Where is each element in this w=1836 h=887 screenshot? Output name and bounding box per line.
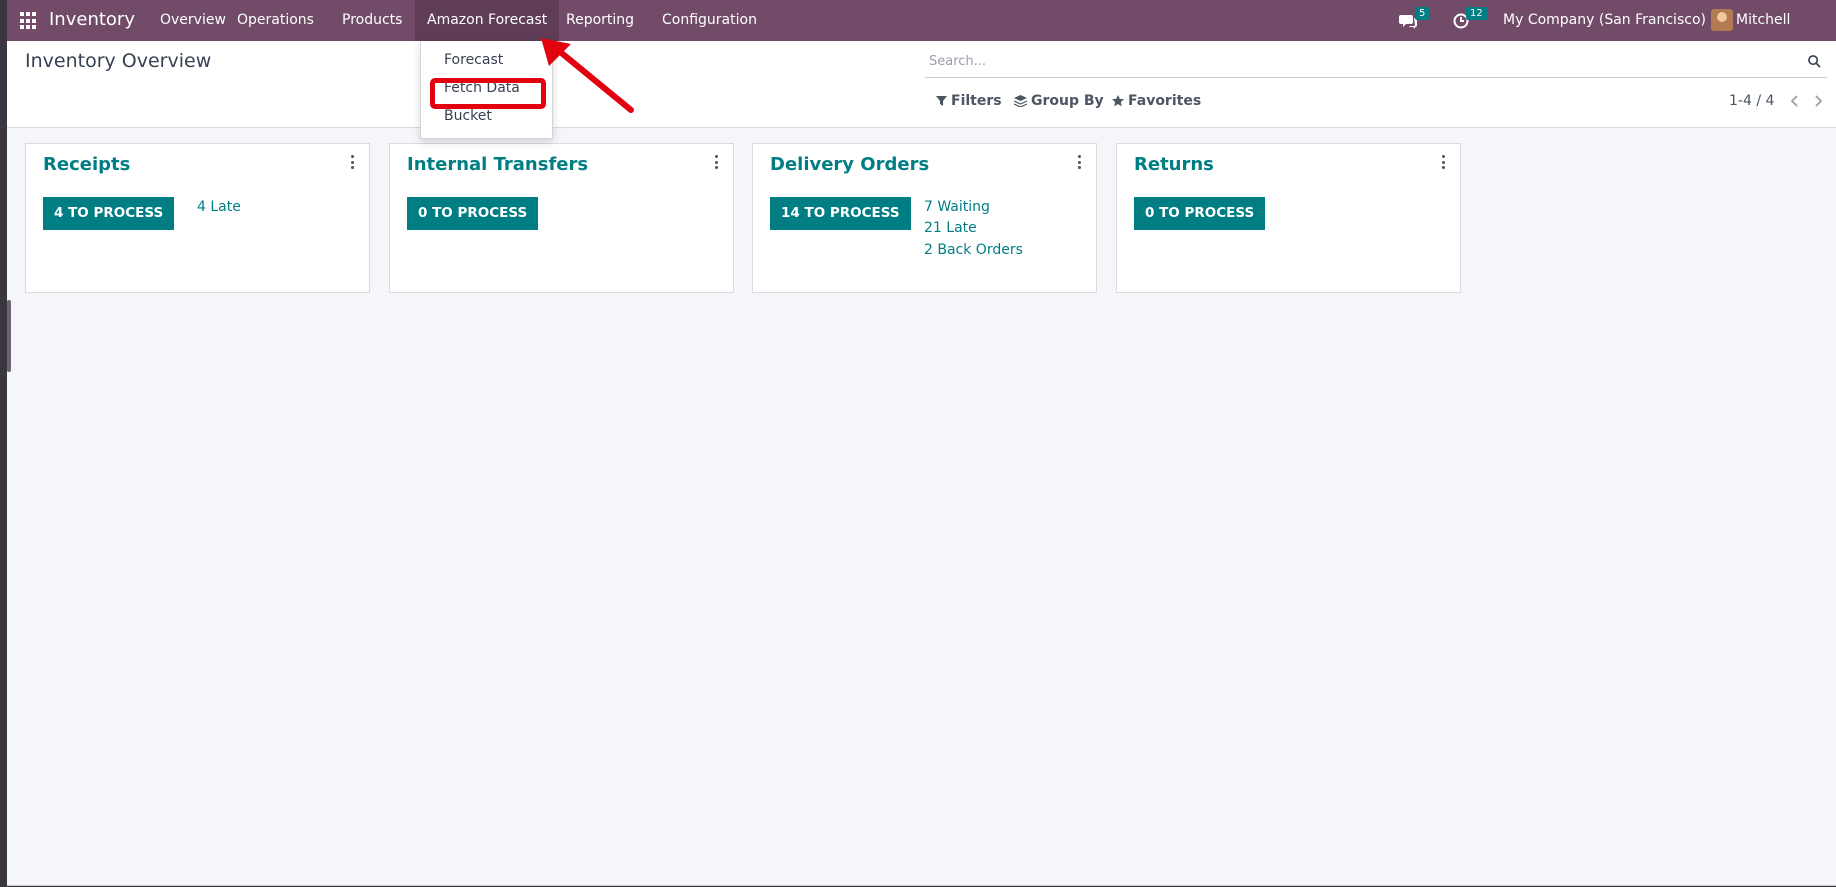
kebab-menu-icon[interactable] bbox=[351, 155, 355, 169]
group-by-button[interactable]: Group By bbox=[1014, 93, 1104, 109]
back-orders-link[interactable]: 2 Back Orders bbox=[924, 242, 1023, 258]
kebab-menu-icon[interactable] bbox=[1078, 155, 1082, 169]
card-title[interactable]: Internal Transfers bbox=[407, 154, 588, 175]
highlight-annotation-box bbox=[430, 78, 546, 109]
menu-amazon-forecast[interactable]: Amazon Forecast bbox=[415, 0, 560, 41]
layers-icon bbox=[1014, 95, 1027, 107]
card-receipts: Receipts 4 TO PROCESS 4 Late bbox=[25, 143, 370, 293]
control-panel: Inventory Overview Filters Group By Favo… bbox=[7, 41, 1836, 128]
pager-value: 1-4 / 4 bbox=[1729, 93, 1775, 109]
user-menu[interactable]: Mitchell Admin bbox=[1736, 0, 1836, 69]
filters-label: Filters bbox=[951, 93, 1002, 109]
menu-configuration[interactable]: Configuration bbox=[650, 0, 769, 41]
to-process-button[interactable]: 4 TO PROCESS bbox=[43, 197, 175, 230]
activities-count-badge: 12 bbox=[1466, 7, 1487, 20]
search-icon[interactable] bbox=[1808, 55, 1821, 68]
app-brand[interactable]: Inventory bbox=[49, 9, 135, 30]
dropdown-item-bucket[interactable]: Bucket bbox=[444, 108, 492, 124]
to-process-button[interactable]: 14 TO PROCESS bbox=[770, 197, 911, 230]
card-title[interactable]: Delivery Orders bbox=[770, 154, 929, 175]
app-window: Inventory Overview Operations Products A… bbox=[7, 0, 1836, 886]
card-returns: Returns 0 TO PROCESS bbox=[1116, 143, 1461, 293]
waiting-link[interactable]: 7 Waiting bbox=[924, 199, 990, 215]
top-navbar: Inventory Overview Operations Products A… bbox=[7, 0, 1836, 69]
company-switcher[interactable]: My Company (San Francisco) bbox=[1503, 0, 1706, 41]
chevron-right-icon[interactable] bbox=[1810, 91, 1826, 111]
filters-button[interactable]: Filters bbox=[936, 93, 1002, 109]
user-avatar[interactable] bbox=[1711, 9, 1733, 31]
search-input[interactable] bbox=[925, 47, 1793, 75]
to-process-button[interactable]: 0 TO PROCESS bbox=[407, 197, 539, 230]
search-bar bbox=[925, 47, 1827, 78]
kebab-menu-icon[interactable] bbox=[715, 155, 719, 169]
late-link[interactable]: 4 Late bbox=[197, 199, 241, 215]
menu-reporting[interactable]: Reporting bbox=[554, 0, 646, 41]
card-delivery-orders: Delivery Orders 14 TO PROCESS 7 Waiting … bbox=[752, 143, 1097, 293]
menu-products[interactable]: Products bbox=[330, 0, 414, 41]
red-arrow-annotation bbox=[541, 38, 634, 113]
star-icon bbox=[1112, 95, 1124, 107]
app-grid-icon[interactable] bbox=[20, 12, 38, 30]
kebab-menu-icon[interactable] bbox=[1442, 155, 1446, 169]
card-title[interactable]: Receipts bbox=[43, 154, 130, 175]
card-internal-transfers: Internal Transfers 0 TO PROCESS bbox=[389, 143, 734, 293]
filter-icon bbox=[936, 95, 947, 106]
card-title[interactable]: Returns bbox=[1134, 154, 1214, 175]
dropdown-item-forecast[interactable]: Forecast bbox=[444, 52, 503, 68]
group-by-label: Group By bbox=[1031, 93, 1104, 109]
late-link[interactable]: 21 Late bbox=[924, 220, 977, 236]
menu-operations[interactable]: Operations bbox=[225, 0, 326, 41]
page-title: Inventory Overview bbox=[25, 50, 212, 72]
messages-count-badge: 5 bbox=[1415, 7, 1430, 20]
to-process-button[interactable]: 0 TO PROCESS bbox=[1134, 197, 1266, 230]
favorites-button[interactable]: Favorites bbox=[1112, 93, 1201, 109]
chevron-left-icon[interactable] bbox=[1787, 91, 1803, 111]
left-edge-strip bbox=[7, 300, 11, 372]
favorites-label: Favorites bbox=[1128, 93, 1202, 109]
